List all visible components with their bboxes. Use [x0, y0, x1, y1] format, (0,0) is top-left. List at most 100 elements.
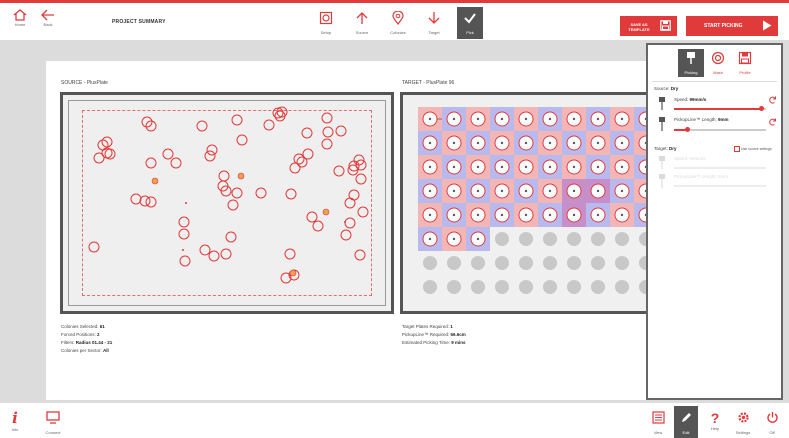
forced-colony-marker[interactable] — [151, 177, 159, 185]
edit-button[interactable]: Edit — [674, 406, 698, 438]
colony-marker[interactable] — [289, 162, 301, 174]
colony-marker[interactable] — [236, 134, 248, 146]
colony-marker[interactable] — [321, 138, 333, 150]
colony-marker[interactable] — [333, 165, 345, 177]
tab-picking[interactable]: Picking — [678, 49, 704, 77]
reset-icon[interactable] — [769, 96, 777, 104]
connect-button[interactable]: Connect — [41, 411, 65, 435]
empty-well[interactable] — [591, 280, 605, 294]
colony-marker[interactable] — [335, 125, 347, 137]
empty-well[interactable] — [615, 256, 629, 270]
empty-well[interactable] — [447, 256, 461, 270]
colony-marker[interactable] — [170, 157, 182, 169]
colony-marker[interactable] — [88, 241, 100, 253]
colony-marker[interactable] — [285, 188, 297, 200]
colony-marker[interactable] — [179, 255, 191, 267]
colony-marker[interactable] — [220, 248, 232, 260]
use-source-settings-checkbox[interactable]: Use source settings — [734, 146, 772, 152]
step-pick[interactable]: Pick — [457, 7, 483, 39]
colony-marker[interactable] — [178, 216, 190, 228]
empty-well[interactable] — [567, 232, 581, 246]
empty-well[interactable] — [519, 232, 533, 246]
start-picking-button[interactable]: START PICKING — [686, 16, 778, 36]
colony-marker[interactable] — [306, 211, 318, 223]
colony-marker[interactable] — [274, 110, 286, 122]
target-well-grid[interactable] — [403, 95, 655, 311]
colony-marker[interactable] — [199, 244, 211, 256]
empty-well[interactable] — [519, 256, 533, 270]
empty-well[interactable] — [471, 256, 485, 270]
save-as-template-button[interactable]: SAVE AS TEMPLATE — [620, 16, 677, 36]
empty-well[interactable] — [567, 256, 581, 270]
empty-well[interactable] — [615, 280, 629, 294]
step-target[interactable]: Target — [421, 7, 447, 39]
empty-well[interactable] — [423, 280, 437, 294]
speed-slider[interactable] — [674, 106, 766, 111]
source-plate[interactable] — [60, 92, 394, 314]
tab-wash[interactable]: Wash — [705, 49, 731, 77]
empty-well[interactable] — [519, 280, 533, 294]
colony-marker[interactable] — [312, 220, 324, 232]
colony-marker[interactable] — [354, 249, 366, 261]
colony-marker[interactable] — [141, 116, 153, 128]
colony-marker[interactable] — [225, 231, 237, 243]
forced-colony-marker[interactable] — [322, 208, 330, 216]
colony-marker[interactable] — [302, 148, 314, 160]
forced-colony-marker[interactable] — [289, 269, 297, 277]
colony-marker[interactable] — [357, 206, 369, 218]
colony-marker[interactable] — [208, 250, 220, 262]
info-button[interactable]: i Info — [3, 411, 27, 433]
colony-marker[interactable] — [218, 170, 230, 182]
speed-slider-knob[interactable] — [758, 106, 764, 111]
view-button[interactable]: View — [646, 411, 670, 435]
empty-well[interactable] — [495, 256, 509, 270]
colony-marker[interactable] — [231, 114, 243, 126]
step-colonies[interactable]: Colonies — [385, 7, 411, 39]
colony-marker[interactable] — [321, 112, 333, 124]
empty-well[interactable] — [495, 280, 509, 294]
home-button[interactable]: Home — [6, 9, 34, 27]
empty-well[interactable] — [447, 280, 461, 294]
colony-marker[interactable] — [93, 152, 105, 164]
source-colony-map[interactable] — [63, 95, 391, 311]
help-button[interactable]: ? Help — [703, 411, 727, 431]
colony-marker[interactable] — [227, 199, 239, 211]
step-source[interactable]: Source — [349, 7, 375, 39]
colony-marker[interactable] — [206, 144, 218, 156]
colony-marker[interactable] — [162, 148, 174, 160]
colony-marker[interactable] — [204, 150, 216, 162]
empty-well[interactable] — [543, 232, 557, 246]
colony-marker[interactable] — [340, 229, 352, 241]
colony-marker[interactable] — [145, 120, 157, 132]
settings-button[interactable]: Settings — [731, 411, 755, 435]
tab-profile[interactable]: Profile — [732, 49, 758, 77]
colony-marker[interactable] — [231, 187, 243, 199]
colony-marker[interactable] — [344, 217, 356, 229]
empty-well[interactable] — [423, 256, 437, 270]
colony-marker[interactable] — [145, 157, 157, 169]
empty-well[interactable] — [471, 280, 485, 294]
colony-marker[interactable] — [130, 193, 142, 205]
forced-colony-marker[interactable] — [237, 172, 245, 180]
empty-well[interactable] — [495, 232, 509, 246]
colony-marker[interactable] — [284, 248, 296, 260]
pickupline-slider[interactable] — [674, 127, 766, 132]
pickupline-slider-knob[interactable] — [685, 127, 691, 132]
colony-marker[interactable] — [178, 228, 190, 240]
colony-marker[interactable] — [293, 153, 305, 165]
empty-well[interactable] — [543, 256, 557, 270]
colony-marker[interactable] — [263, 119, 275, 131]
target-plate[interactable] — [400, 92, 655, 314]
colony-marker[interactable] — [145, 196, 157, 208]
back-button[interactable]: Back — [34, 9, 62, 27]
empty-well[interactable] — [543, 280, 557, 294]
colony-marker[interactable] — [255, 187, 267, 199]
empty-well[interactable] — [567, 280, 581, 294]
empty-well[interactable] — [591, 232, 605, 246]
colony-marker[interactable] — [322, 126, 334, 138]
colony-marker[interactable] — [196, 120, 208, 132]
reset-icon[interactable] — [769, 118, 777, 126]
empty-well[interactable] — [591, 256, 605, 270]
power-off-button[interactable]: Off — [760, 411, 784, 435]
colony-marker[interactable] — [301, 127, 313, 139]
